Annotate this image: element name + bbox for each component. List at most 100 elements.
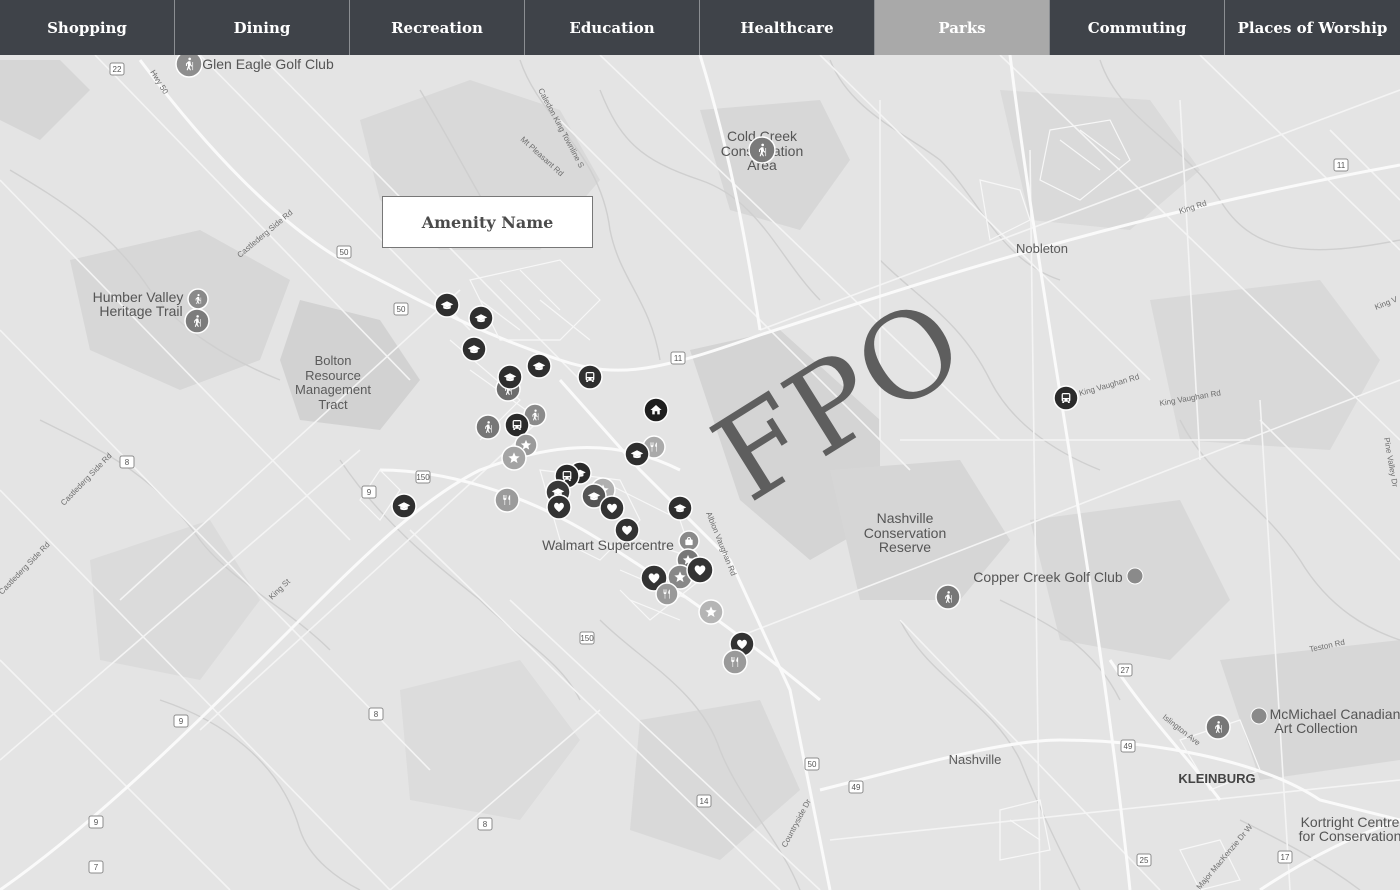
svg-text:50: 50 [397, 305, 406, 314]
route-shield-11: 11 [670, 351, 686, 365]
hiking-marker[interactable] [475, 414, 501, 440]
tab-parks[interactable]: Parks [875, 0, 1050, 55]
route-shield-8: 8 [119, 455, 135, 469]
bus-icon [512, 420, 522, 430]
svg-text:8: 8 [374, 710, 379, 719]
place-of-worship-marker[interactable] [614, 517, 640, 543]
label-nashville-cons-1: Nashville [877, 510, 934, 526]
tab-shopping[interactable]: Shopping [0, 0, 175, 55]
route-shield-50: 50 [336, 245, 352, 259]
label-nashville: Nashville [949, 752, 1002, 767]
star-marker[interactable] [698, 599, 724, 625]
dining-marker[interactable] [655, 582, 679, 606]
label-walmart: Walmart Supercentre [542, 537, 674, 553]
label-bolton-1: Bolton [315, 353, 352, 368]
bus-icon [562, 471, 572, 481]
tab-commuting[interactable]: Commuting [1050, 0, 1225, 55]
label-bolton-4: Tract [318, 397, 348, 412]
svg-text:50: 50 [808, 760, 817, 769]
education-marker[interactable] [461, 336, 487, 362]
place-of-worship-marker[interactable] [599, 495, 625, 521]
label-kortright-2: for Conservation [1299, 828, 1400, 844]
education-marker[interactable] [624, 441, 650, 467]
svg-text:11: 11 [674, 354, 683, 363]
tab-recreation[interactable]: Recreation [350, 0, 525, 55]
bus-icon [1061, 393, 1071, 403]
bus-stop-marker[interactable] [577, 364, 603, 390]
tab-healthcare[interactable]: Healthcare [700, 0, 875, 55]
education-marker[interactable] [391, 493, 417, 519]
route-shield-17: 17 [1277, 850, 1293, 864]
route-shield-9: 9 [361, 485, 377, 499]
place-of-worship-marker[interactable] [686, 556, 714, 584]
education-marker[interactable] [468, 305, 494, 331]
svg-text:9: 9 [94, 818, 99, 827]
map-canvas[interactable]: Glen Eagle Golf Club Cold Creek Conserva… [0, 55, 1400, 890]
amenity-category-nav: Shopping Dining Recreation Education Hea… [0, 0, 1400, 55]
label-glen-eagle-golf-club: Glen Eagle Golf Club [202, 56, 334, 72]
svg-text:50: 50 [340, 248, 349, 257]
golf-course-marker[interactable] [1126, 567, 1144, 585]
label-bolton-2: Resource [305, 368, 361, 383]
route-shield-50: 50 [804, 757, 820, 771]
svg-text:25: 25 [1140, 856, 1149, 865]
education-marker[interactable] [526, 353, 552, 379]
svg-text:22: 22 [113, 65, 122, 74]
tab-dining[interactable]: Dining [175, 0, 350, 55]
label-mcmichael-2: Art Collection [1274, 720, 1357, 736]
route-shield-8: 8 [477, 817, 493, 831]
svg-text:27: 27 [1121, 666, 1130, 675]
svg-text:8: 8 [483, 820, 488, 829]
tab-education[interactable]: Education [525, 0, 700, 55]
route-shield-9: 9 [173, 714, 189, 728]
route-shield-150: 150 [415, 470, 431, 484]
route-shield-27: 27 [1117, 663, 1133, 677]
svg-text:7: 7 [94, 863, 99, 872]
label-humber-valley-2: Heritage Trail [99, 303, 182, 319]
svg-text:9: 9 [179, 717, 184, 726]
route-shield-8: 8 [368, 707, 384, 721]
svg-text:150: 150 [580, 634, 594, 643]
route-shield-11: 11 [1333, 158, 1349, 172]
svg-text:9: 9 [367, 488, 372, 497]
route-shield-49: 49 [1120, 739, 1136, 753]
dining-marker[interactable] [722, 649, 748, 675]
museum-marker[interactable] [1250, 707, 1268, 725]
svg-text:17: 17 [1281, 853, 1290, 862]
svg-text:49: 49 [1124, 742, 1133, 751]
svg-text:49: 49 [852, 783, 861, 792]
glen-eagle-golf-marker[interactable] [175, 55, 203, 78]
route-shield-22: 22 [109, 62, 125, 76]
svg-text:8: 8 [125, 458, 130, 467]
dining-marker[interactable] [494, 487, 520, 513]
bus-stop-marker[interactable] [1053, 385, 1079, 411]
label-nobleton: Nobleton [1016, 241, 1068, 256]
route-shield-7: 7 [88, 860, 104, 874]
route-shield-49: 49 [848, 780, 864, 794]
tab-places-of-worship[interactable]: Places of Worship [1225, 0, 1400, 55]
education-marker[interactable] [497, 364, 523, 390]
hiking-marker[interactable] [748, 136, 776, 164]
label-nashville-cons-3: Reserve [879, 539, 931, 555]
route-shield-9: 9 [88, 815, 104, 829]
place-of-worship-marker[interactable] [546, 494, 572, 520]
svg-text:14: 14 [700, 797, 709, 806]
home-marker[interactable] [643, 397, 669, 423]
education-marker[interactable] [434, 292, 460, 318]
route-shield-25: 25 [1136, 853, 1152, 867]
route-shield-50: 50 [393, 302, 409, 316]
hiking-marker[interactable] [935, 584, 961, 610]
hiking-marker[interactable] [184, 308, 210, 334]
bus-icon [585, 372, 595, 382]
star-marker[interactable] [501, 445, 527, 471]
hiking-marker[interactable] [187, 288, 209, 310]
education-marker[interactable] [667, 495, 693, 521]
svg-text:11: 11 [1337, 161, 1346, 170]
label-bolton-3: Management [295, 382, 371, 397]
amenity-name-tooltip: Amenity Name [382, 196, 593, 248]
shopping-marker[interactable] [678, 530, 700, 552]
route-shield-150: 150 [579, 631, 595, 645]
hiking-marker[interactable] [1205, 714, 1231, 740]
route-shield-14: 14 [696, 794, 712, 808]
label-copper-creek: Copper Creek Golf Club [973, 569, 1123, 585]
